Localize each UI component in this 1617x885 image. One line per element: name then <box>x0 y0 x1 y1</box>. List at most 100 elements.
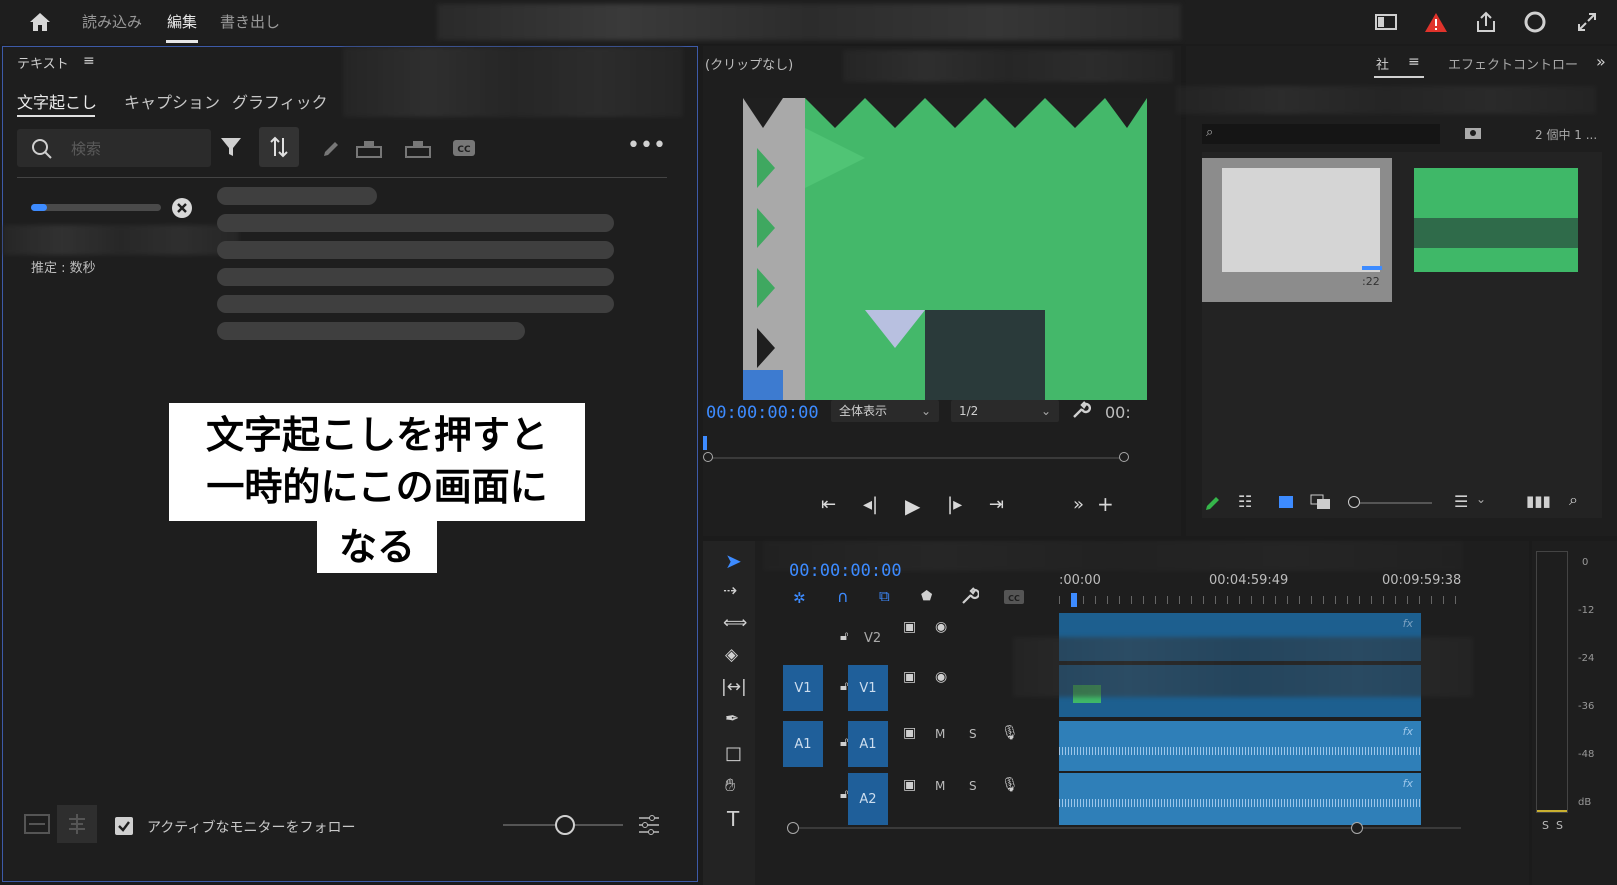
follow-checkbox[interactable] <box>115 817 133 835</box>
selection-tool-icon[interactable]: ➤ <box>725 549 742 573</box>
mute-button[interactable]: M <box>935 727 945 741</box>
more-options-icon[interactable]: ••• <box>627 133 666 158</box>
sync-toggle-button[interactable] <box>259 127 299 167</box>
tab-transcript[interactable]: 文字起こし <box>17 89 97 113</box>
fit-dropdown[interactable]: 全体表示 ⌄ <box>831 400 939 422</box>
speaker-split-icon[interactable] <box>404 139 432 159</box>
magnet-icon[interactable]: ∩ <box>837 587 849 606</box>
track-v1-source[interactable]: V1 <box>783 665 823 711</box>
sort-icon[interactable]: ☰ <box>1454 492 1468 511</box>
track-select-icon[interactable]: ⇢ <box>723 581 737 601</box>
razor-icon[interactable]: ◈ <box>725 645 738 665</box>
track-a2-label[interactable]: A2 <box>848 773 888 825</box>
eye-icon[interactable]: ◉ <box>935 669 947 685</box>
scrubber-track[interactable] <box>707 457 1123 459</box>
film-icon[interactable]: ▣ <box>903 619 916 635</box>
pencil-icon[interactable] <box>1204 494 1222 512</box>
scroll-start-handle[interactable] <box>787 822 799 834</box>
film-icon[interactable]: ▣ <box>903 725 916 741</box>
lock-icon[interactable]: 🔓︎ <box>840 629 848 644</box>
playhead[interactable] <box>1071 593 1077 607</box>
thumb-size-slider[interactable] <box>1352 502 1432 504</box>
home-icon[interactable] <box>27 10 53 34</box>
solo-button[interactable]: S <box>969 779 977 793</box>
thumb-size-thumb[interactable] <box>1348 496 1360 508</box>
marker-icon[interactable]: ⬟ <box>921 589 932 604</box>
track-a1-source[interactable]: A1 <box>783 721 823 767</box>
track-v2-label[interactable]: V2 <box>864 631 881 646</box>
tab-edit[interactable]: 編集 <box>167 11 197 32</box>
hand-tool-icon[interactable]: ✋︎ <box>725 775 735 796</box>
panel-menu-icon[interactable]: ≡ <box>83 53 95 69</box>
freeform-view-icon[interactable] <box>1310 494 1332 510</box>
snap-icon[interactable]: ✲ <box>793 589 806 607</box>
microphone-icon[interactable]: 🎙︎ <box>1001 725 1019 741</box>
tab-captions[interactable]: キャプション <box>124 89 220 113</box>
linked-selection-icon[interactable]: ⧉ <box>879 587 890 605</box>
ripple-edit-icon[interactable]: ⟺ <box>723 613 747 633</box>
resolution-dropdown[interactable]: 1/2 ⌄ <box>951 400 1059 422</box>
microphone-icon[interactable]: 🎙︎ <box>1001 777 1019 793</box>
pen-tool-icon[interactable]: ✒ <box>725 709 739 729</box>
align-button[interactable] <box>57 805 97 843</box>
type-tool-icon[interactable]: T <box>727 807 739 831</box>
audio-clip-a1[interactable]: fx <box>1059 721 1421 771</box>
fullscreen-icon[interactable] <box>1575 10 1599 34</box>
mute-button[interactable]: M <box>935 779 945 793</box>
scrubber-end-handle[interactable] <box>1119 452 1129 462</box>
wrench-icon[interactable] <box>1071 400 1091 420</box>
track-v1-label[interactable]: V1 <box>848 665 888 711</box>
layout-icon[interactable] <box>23 811 51 837</box>
film-icon[interactable]: ▣ <box>903 669 916 685</box>
play-icon[interactable]: ▶ <box>905 494 920 518</box>
project-item-1[interactable]: :22 <box>1202 158 1392 302</box>
settings-sliders-icon[interactable] <box>637 813 661 837</box>
project-search-input[interactable]: ⌕ <box>1202 124 1440 144</box>
rectangle-tool-icon[interactable]: □ <box>725 743 742 764</box>
search-box[interactable]: 検索 <box>17 129 211 167</box>
speaker-icon[interactable] <box>355 139 383 159</box>
more-buttons-icon[interactable]: » <box>1073 494 1084 515</box>
scroll-end-handle[interactable] <box>1351 822 1363 834</box>
eye-icon[interactable]: ◉ <box>935 619 947 635</box>
program-timecode[interactable]: 00:00:00:00 <box>706 403 819 423</box>
panel-menu-icon[interactable]: ≡ <box>1408 54 1420 70</box>
cc-icon[interactable]: CC <box>452 139 476 157</box>
search-input[interactable]: 検索 <box>71 138 101 159</box>
list-view-icon[interactable]: ☷ <box>1238 492 1252 511</box>
filter-icon[interactable] <box>219 135 243 159</box>
cancel-icon[interactable] <box>171 197 193 219</box>
go-to-out-icon[interactable]: ⇥ <box>989 494 1004 515</box>
workspace-panel-icon[interactable] <box>1374 12 1398 32</box>
overflow-icon[interactable]: » <box>1596 52 1606 71</box>
track-a1-label[interactable]: A1 <box>848 721 888 767</box>
project-item-2[interactable] <box>1414 168 1578 272</box>
add-button-icon[interactable]: + <box>1097 492 1114 516</box>
timeline-timecode[interactable]: 00:00:00:00 <box>789 561 902 581</box>
time-ruler[interactable] <box>1059 596 1459 604</box>
solo-right-button[interactable]: S <box>1556 819 1563 832</box>
scrubber-start-handle[interactable] <box>703 452 713 462</box>
solo-button[interactable]: S <box>969 727 977 741</box>
progress-ring-icon[interactable] <box>1523 10 1547 34</box>
slip-tool-icon[interactable]: |↔| <box>721 677 747 697</box>
search-icon[interactable]: ⌕ <box>1569 490 1578 510</box>
share-icon[interactable] <box>1474 10 1498 34</box>
zoom-slider-thumb[interactable] <box>555 815 575 835</box>
icon-view-icon[interactable] <box>1278 494 1294 510</box>
tab-graphics[interactable]: グラフィック <box>232 89 328 113</box>
project-tab[interactable]: 社 <box>1376 54 1389 73</box>
warning-icon[interactable] <box>1423 10 1449 34</box>
tab-export[interactable]: 書き出し <box>220 11 280 32</box>
step-back-icon[interactable]: ◂| <box>863 494 878 515</box>
tab-import[interactable]: 読み込み <box>82 11 142 32</box>
audio-clip-a2[interactable]: fx <box>1059 773 1421 825</box>
step-forward-icon[interactable]: |▸ <box>947 494 962 515</box>
playhead[interactable] <box>703 436 707 450</box>
automate-icon[interactable]: ▮▮▮ <box>1526 492 1551 510</box>
wrench-icon[interactable] <box>961 587 979 605</box>
solo-left-button[interactable]: S <box>1542 819 1549 832</box>
pencil-icon[interactable] <box>321 139 341 159</box>
captions-icon[interactable]: CC <box>1003 589 1025 605</box>
go-to-in-icon[interactable]: ⇤ <box>821 494 836 515</box>
